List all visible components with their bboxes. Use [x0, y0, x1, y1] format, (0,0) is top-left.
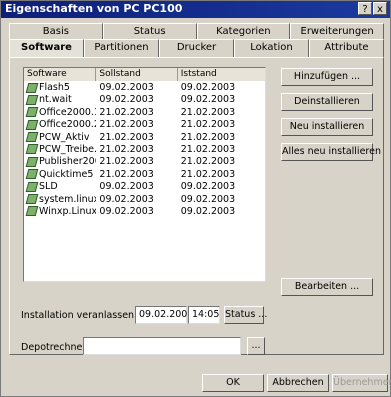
software-list[interactable]: Software Sollstand Iststand Flash5 09.02.… — [23, 67, 266, 282]
software-name: Flash5 — [39, 82, 70, 93]
software-package-icon — [25, 194, 39, 205]
software-package-icon — [25, 169, 39, 180]
sollstand-value: 09.02.2003 — [99, 181, 154, 193]
sollstand-value: 09.02.2003 — [99, 94, 154, 106]
sollstand-value: 09.02.2003 — [99, 82, 154, 93]
iststand-value: 21.02.2003 — [180, 106, 236, 118]
iststand-value: 21.02.2003 — [180, 119, 236, 131]
software-package-icon — [25, 107, 39, 118]
iststand-value: 09.02.2003 — [180, 82, 236, 93]
sollstand-value: 21.02.2003 — [99, 119, 154, 131]
table-row[interactable]: nt.wait 09.02.2003 09.02.2003 — [24, 94, 265, 106]
depot-browse-button[interactable]: ... — [247, 337, 265, 355]
status-button[interactable]: Status ... — [224, 306, 267, 324]
software-package-icon — [25, 156, 39, 167]
software-package-icon — [25, 132, 39, 143]
reinstall-all-button[interactable]: Alles neu installieren — [281, 143, 381, 161]
iststand-value: 21.02.2003 — [180, 156, 236, 168]
sollstand-value: 21.02.2003 — [99, 156, 154, 168]
software-name: SLD — [39, 181, 58, 193]
header-iststand[interactable]: Iststand — [177, 68, 265, 81]
iststand-value: 09.02.2003 — [180, 193, 236, 205]
software-name: system.linux — [39, 193, 97, 205]
help-button[interactable]: ? — [358, 2, 372, 15]
table-row[interactable]: Office2000.1 21.02.2003 21.02.2003 — [24, 107, 265, 119]
edit-button[interactable]: Bearbeiten ... — [281, 278, 373, 296]
sollstand-value: 21.02.2003 — [99, 131, 154, 143]
software-name: PCW_Treibe... — [39, 143, 97, 155]
iststand-value: 09.02.2003 — [180, 205, 236, 217]
iststand-value: 21.02.2003 — [180, 143, 236, 155]
close-button[interactable]: x — [373, 2, 387, 15]
tab-attribute[interactable]: Attribute — [309, 39, 384, 57]
table-row[interactable]: Winxp.Linux 09.02.2003 09.02.2003 — [24, 206, 265, 218]
sollstand-value: 21.02.2003 — [99, 143, 154, 155]
software-package-icon — [25, 206, 39, 217]
tab-row-2: Software Partitionen Drucker Lokation At… — [9, 39, 384, 57]
iststand-value: 09.02.2003 — [180, 94, 236, 106]
software-package-icon — [25, 94, 39, 105]
apply-button[interactable]: Übernehmen — [332, 374, 391, 392]
installation-time-input[interactable]: 14:05 — [188, 306, 220, 324]
sollstand-value: 09.02.2003 — [99, 205, 154, 217]
software-package-icon — [25, 181, 39, 192]
tab-software[interactable]: Software — [9, 39, 84, 57]
software-name: nt.wait — [39, 94, 72, 106]
table-row[interactable]: Publisher200221.02.200321.02.2003 — [24, 156, 265, 168]
iststand-value: 21.02.2003 — [180, 131, 236, 143]
add-button[interactable]: Hinzufügen ... — [281, 68, 373, 86]
installation-date-input[interactable]: 09.02.2003 — [135, 306, 193, 324]
software-name: Quicktime5 — [39, 168, 94, 180]
reinstall-button[interactable]: Neu installieren — [281, 118, 373, 136]
sollstand-value: 21.02.2003 — [99, 168, 154, 180]
software-package-icon — [25, 144, 39, 155]
software-name: Publisher2002 — [39, 156, 96, 168]
cancel-button[interactable]: Abbrechen — [267, 374, 329, 392]
list-header: Software Sollstand Iststand — [24, 68, 265, 81]
header-sollstand[interactable]: Sollstand — [96, 68, 178, 81]
software-name: Office2000.1 — [39, 106, 97, 118]
table-row[interactable]: Quicktime5 21.02.2003 21.02.2003 — [24, 169, 265, 181]
ok-button[interactable]: OK — [202, 374, 264, 392]
properties-dialog: Eigenschaften von PC PC100 ? x Basis Sta… — [0, 0, 391, 397]
depot-input[interactable] — [83, 337, 241, 355]
depot-label: Depotrechner: — [21, 342, 90, 353]
uninstall-button[interactable]: Deinstallieren — [281, 93, 373, 111]
table-row[interactable]: system.linux 09.02.2003 09.02.2003 — [24, 194, 265, 206]
sollstand-value: 09.02.2003 — [99, 193, 154, 205]
sollstand-value: 21.02.2003 — [99, 106, 154, 118]
table-row[interactable]: PCW_Aktiv 21.02.2003 21.02.2003 — [24, 132, 265, 144]
software-package-icon — [25, 82, 39, 93]
tab-partitionen[interactable]: Partitionen — [84, 39, 159, 57]
tab-lokation[interactable]: Lokation — [234, 39, 309, 57]
window-title: Eigenschaften von PC PC100 — [5, 2, 183, 15]
software-name: Office2000.2 — [39, 119, 97, 131]
header-software[interactable]: Software — [24, 68, 97, 81]
software-package-icon — [25, 119, 39, 130]
tab-drucker[interactable]: Drucker — [159, 39, 234, 57]
iststand-value: 21.02.2003 — [180, 168, 236, 180]
list-rows: Flash5 09.02.2003 09.02.2003 nt.wait 09.02.… — [24, 82, 265, 218]
table-row[interactable]: SLD 09.02.2003 09.02.2003 — [24, 181, 265, 193]
table-row[interactable]: Office2000.2 21.02.2003 21.02.2003 — [24, 119, 265, 131]
title-bar: Eigenschaften von PC PC100 ? x — [1, 1, 390, 18]
iststand-value: 09.02.2003 — [180, 181, 236, 193]
table-row[interactable]: PCW_Treibe...21.02.200321.02.2003 — [24, 144, 265, 156]
table-row[interactable]: Flash5 09.02.2003 09.02.2003 — [24, 82, 265, 94]
software-name: PCW_Aktiv — [39, 131, 90, 143]
software-name: Winxp.Linux — [39, 205, 97, 217]
